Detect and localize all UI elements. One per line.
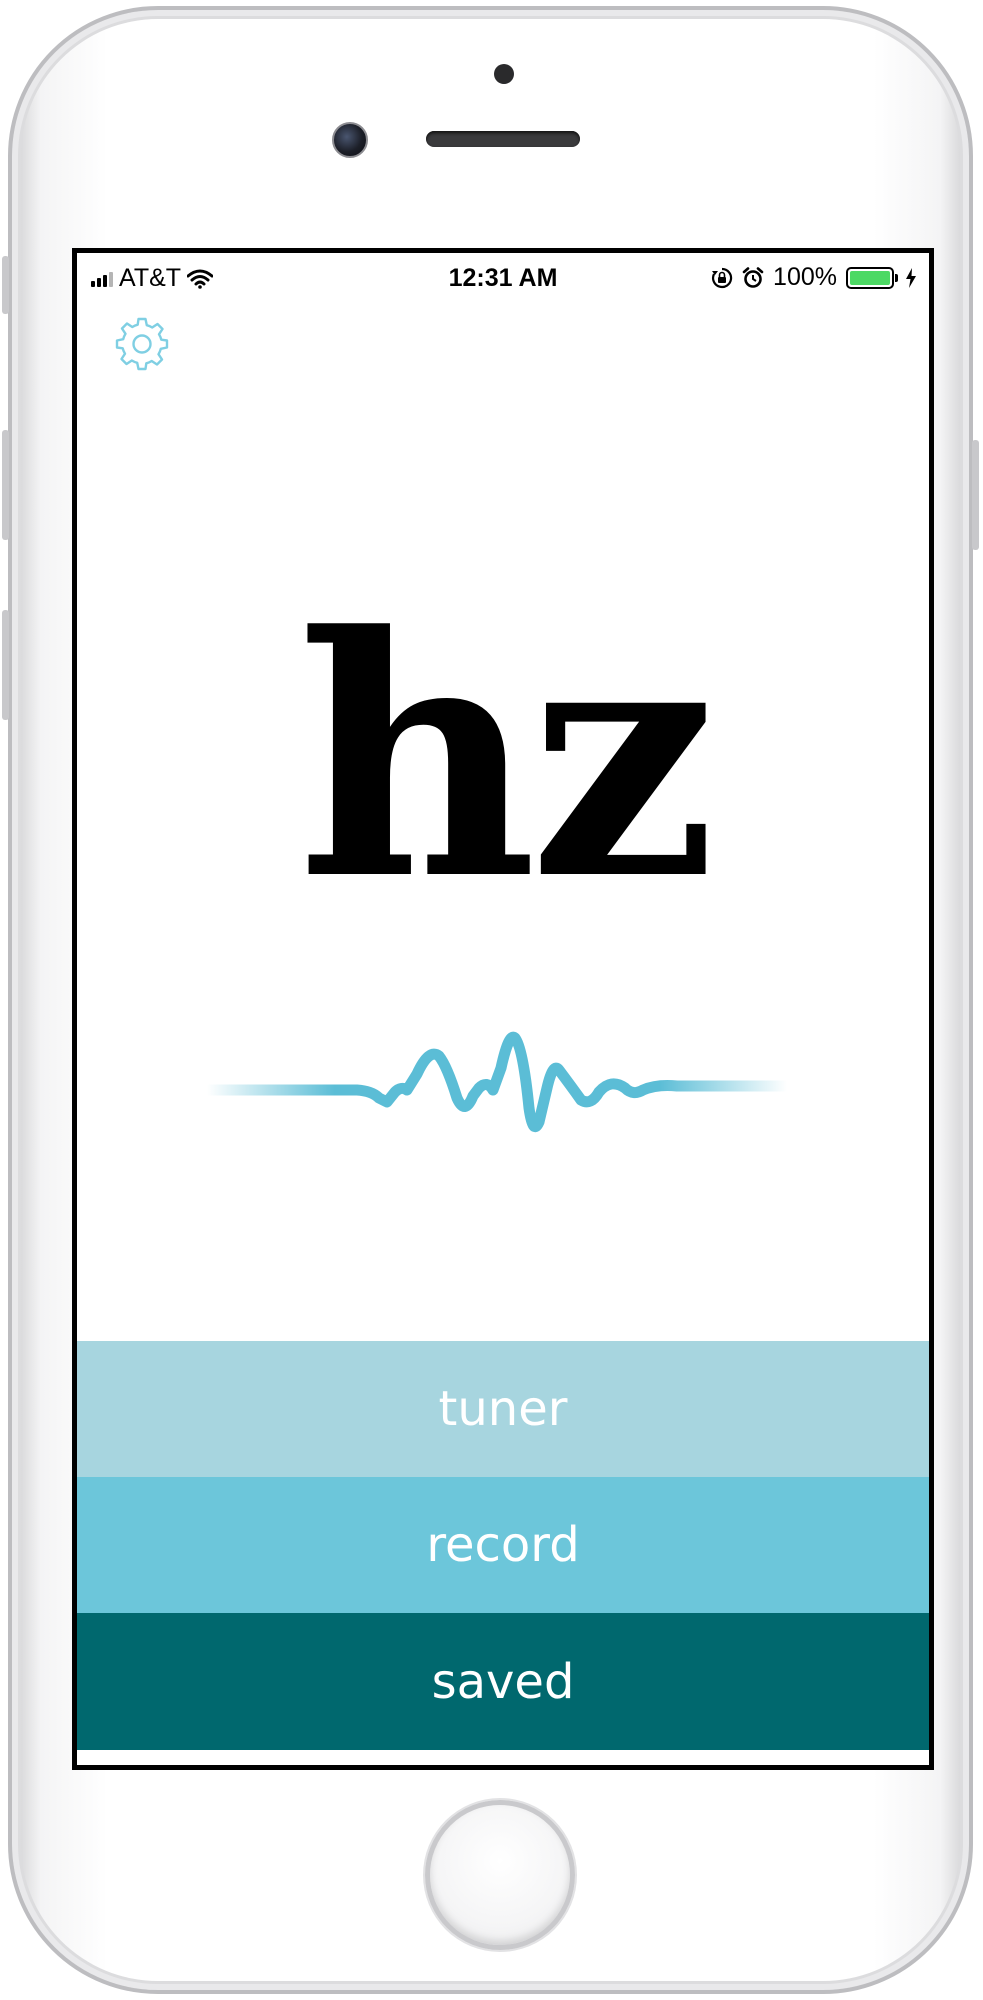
record-button[interactable]: record <box>77 1477 929 1613</box>
phone-frame: AT&T 12:31 AM 100% hz tuner record saved <box>2 6 979 1994</box>
power-button <box>972 440 979 550</box>
logo-text: hz <box>297 564 716 952</box>
gear-icon[interactable] <box>113 315 171 373</box>
battery-icon <box>846 266 898 289</box>
side-mute-switch <box>2 256 9 314</box>
logo: hz <box>77 593 929 923</box>
front-camera <box>332 122 368 158</box>
screen: AT&T 12:31 AM 100% hz tuner record saved <box>72 248 934 1770</box>
proximity-sensor <box>494 64 514 84</box>
tuner-button[interactable]: tuner <box>77 1341 929 1477</box>
home-button[interactable] <box>425 1800 575 1950</box>
main-menu: tuner record saved <box>77 1341 929 1750</box>
saved-button[interactable]: saved <box>77 1613 929 1750</box>
status-bar: AT&T 12:31 AM 100% <box>77 253 929 301</box>
volume-up-button <box>2 430 9 540</box>
earpiece-speaker <box>426 131 580 147</box>
battery-percent: 100% <box>773 263 837 291</box>
charging-icon <box>906 267 916 288</box>
volume-down-button <box>2 610 9 720</box>
lock-rotation-icon <box>712 267 733 288</box>
alarm-icon <box>742 266 764 288</box>
sound-wave-icon <box>207 1031 787 1133</box>
status-right: 100% <box>711 263 917 292</box>
